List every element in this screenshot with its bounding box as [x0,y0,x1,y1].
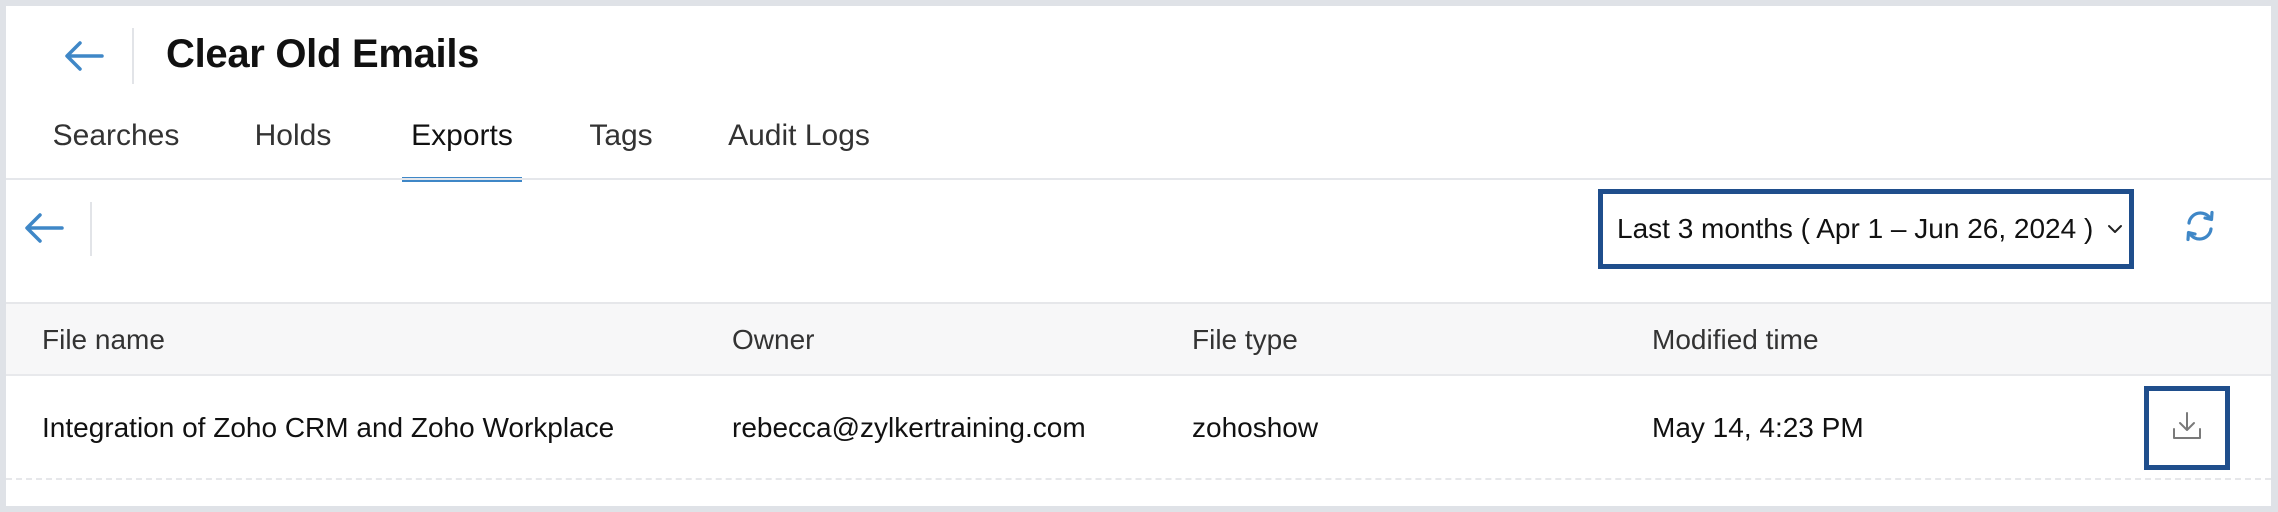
tab-bar: Searches Holds Exports Tags Audit Logs [6,110,2271,182]
table-header: File name Owner File type Modified time [6,302,2271,376]
tab-tags[interactable]: Tags [586,110,656,182]
back-button[interactable] [56,30,112,86]
arrow-left-icon [64,40,104,77]
file-name-cell: Integration of Zoho CRM and Zoho Workpla… [42,412,615,443]
tab-label: Exports [411,119,513,152]
modified-time-cell: May 14, 4:23 PM [1652,412,1864,443]
tab-label: Audit Logs [728,119,870,152]
top-bar: Clear Old Emails [6,6,2271,92]
date-range-dropdown[interactable]: Last 3 months ( Apr 1 – Jun 26, 2024 ) [1598,189,2134,269]
arrow-left-icon [24,212,64,249]
divider [132,28,134,84]
tab-label: Tags [589,119,653,152]
file-type-cell: zohoshow [1192,412,1319,443]
column-header-file-name[interactable]: File name [42,304,165,376]
exports-table: File name Owner File type Modified time … [6,302,2271,480]
column-header-file-type[interactable]: File type [1192,304,1298,376]
tab-audit-logs[interactable]: Audit Logs [724,110,874,182]
download-icon [2170,409,2204,448]
tab-exports[interactable]: Exports [402,110,522,182]
refresh-button[interactable] [2178,202,2222,254]
divider [90,202,92,256]
table-row[interactable]: Integration of Zoho CRM and Zoho Workpla… [6,376,2271,480]
tab-holds[interactable]: Holds [250,110,336,182]
tab-label: Searches [52,119,180,152]
column-header-modified-time[interactable]: Modified time [1652,304,1819,376]
refresh-icon [2182,208,2218,249]
date-range-label: Last 3 months ( Apr 1 – Jun 26, 2024 ) [1617,213,2094,244]
owner-cell: rebecca@zylkertraining.com [732,412,1086,443]
back-to-list-button[interactable] [12,204,76,256]
tab-label: Holds [254,119,332,152]
chevron-down-icon [2107,224,2123,234]
exports-page: Clear Old Emails Searches Holds Exports … [6,6,2271,506]
column-header-owner[interactable]: Owner [732,304,814,376]
toolbar: Last 3 months ( Apr 1 – Jun 26, 2024 ) [6,180,2271,306]
page-title: Clear Old Emails [166,32,480,76]
download-button[interactable] [2144,386,2230,470]
tab-searches[interactable]: Searches [52,110,180,182]
